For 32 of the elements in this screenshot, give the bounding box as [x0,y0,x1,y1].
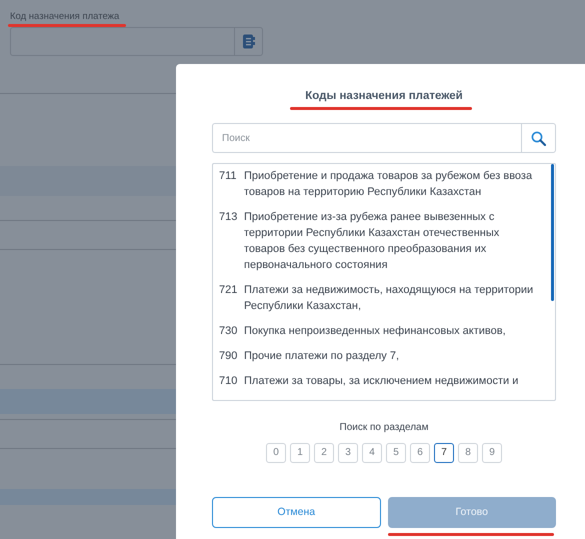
code-number[interactable]: 721 [219,282,244,314]
section-button[interactable]: 9 [482,443,502,464]
code-number[interactable]: 730 [219,323,244,340]
code-number[interactable]: 711 [219,168,244,200]
section-label: Поиск по разделам [340,422,428,434]
code-number[interactable]: 710 [219,373,244,390]
code-description[interactable]: Платежи за товары, за исключением недвижимости и [244,373,518,390]
notebook-icon[interactable] [242,34,255,50]
section-button[interactable]: 0 [266,443,286,464]
search-field[interactable]: Поиск [212,123,521,154]
section-button[interactable]: 3 [338,443,358,464]
section-button[interactable]: 6 [410,443,430,464]
section-button[interactable]: 8 [458,443,478,464]
dialog-title: Коды назначения платежей [305,90,463,102]
code-description[interactable]: Прочие платежи по разделу 7, [244,348,400,364]
section-button[interactable]: 4 [362,443,382,464]
scrollbar-thumb[interactable] [551,164,554,302]
code-description[interactable]: Приобретение из-за рубежа ранее вывезенных с территории Республики Казахстан отечественных товаров без существенного преобразования их первоначального состояния [244,209,543,274]
search-button[interactable] [521,123,556,154]
code-number[interactable]: 790 [219,348,244,364]
section-button[interactable]: 2 [314,443,334,464]
code-description[interactable]: Платежи за недвижимость, находящуюся на территории Республики Казахстан, [244,282,543,314]
section-button[interactable]: 5 [386,443,406,464]
code-number[interactable]: 713 [219,209,244,274]
section-button[interactable]: 1 [290,443,310,464]
cancel-button[interactable]: Отмена [212,497,380,528]
code-description[interactable]: Приобретение и продажа товаров за рубежом без ввоза товаров на территорию Республики Казахстан [244,168,543,200]
code-description[interactable]: Покупка непроизведенных нефинансовых активов, [244,323,506,340]
search-icon[interactable] [531,130,546,146]
input-field[interactable] [10,27,263,56]
section-button[interactable]: 7 [434,443,454,464]
field-label: Код назначения платежа [10,11,120,22]
